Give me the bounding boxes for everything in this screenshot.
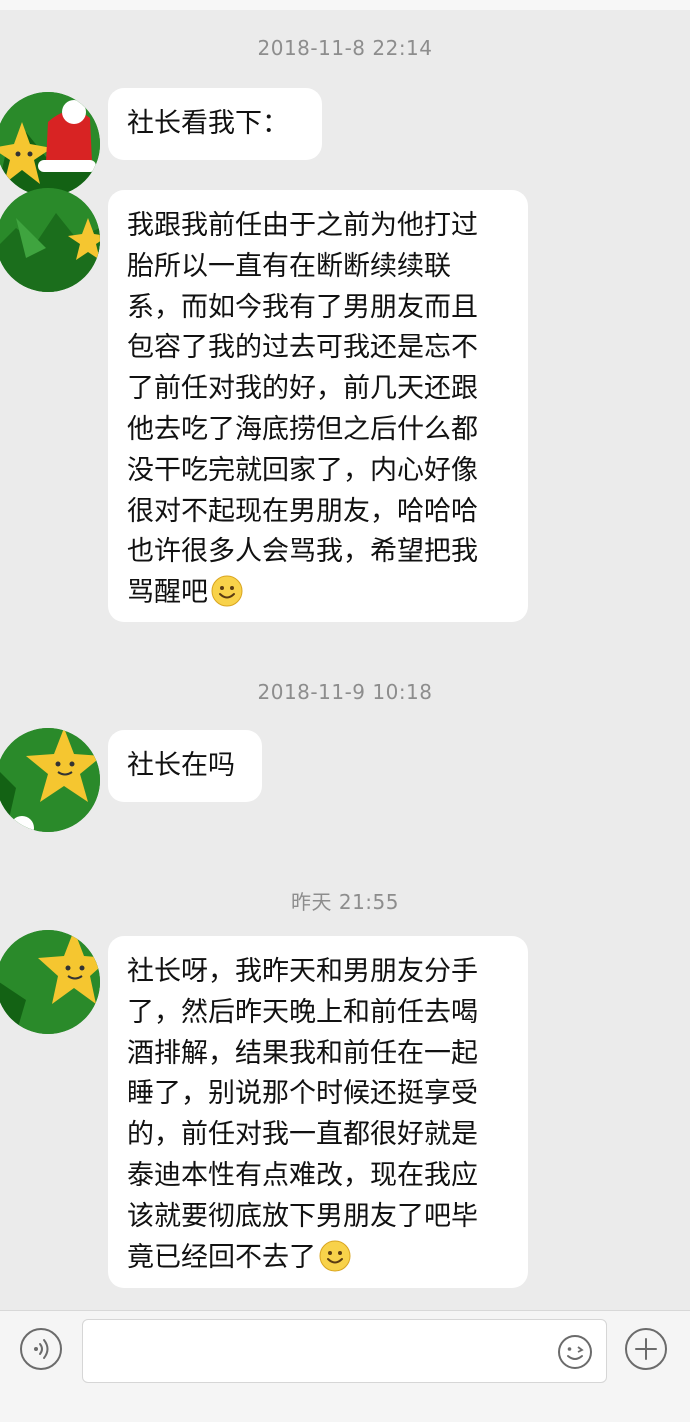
timestamp: 2018-11-9 10:18 xyxy=(257,680,433,704)
message-line: 社长看我下： xyxy=(127,108,289,139)
message-line: 很对不起现在男朋友，哈哈哈 xyxy=(127,495,478,527)
avatar-christmas-star-icon xyxy=(0,92,100,196)
message-line: 了前任对我的好，前几天还跟 xyxy=(127,373,478,405)
emoji-icon xyxy=(558,1335,592,1369)
message-line-last: 竟已经回不去了 xyxy=(127,1238,509,1279)
smile-emoji-icon xyxy=(211,575,243,607)
more-button[interactable] xyxy=(625,1328,667,1370)
message-line: 包容了我的过去可我还是忘不 xyxy=(127,332,478,364)
message-line: 泰迪本性有点难改，现在我应 xyxy=(127,1159,478,1191)
smile-emoji-icon xyxy=(319,1240,351,1272)
message-line: 他去吃了海底捞但之后什么都 xyxy=(127,413,478,445)
voice-icon xyxy=(34,1339,49,1359)
contact-avatar[interactable] xyxy=(0,188,100,292)
avatar-star-icon xyxy=(0,728,100,832)
message-line-text: 骂醒吧 xyxy=(127,577,208,609)
avatar-tree-icon xyxy=(0,188,100,292)
message-bubble[interactable]: 社长看我下： xyxy=(108,88,322,160)
message-line-text: 竟已经回不去了 xyxy=(127,1241,316,1273)
message-line: 睡了，别说那个时候还挺享受 xyxy=(127,1078,478,1110)
input-bar xyxy=(0,1310,690,1422)
message-bubble[interactable]: 我跟我前任由于之前为他打过 胎所以一直有在断断续续联 系，而如今我有了男朋友而且… xyxy=(108,190,528,622)
plus-icon xyxy=(635,1338,657,1360)
chat-history[interactable]: 2018-11-8 22:14 社长看我下： 我跟我前任由于之前为他打过 胎所以… xyxy=(0,0,690,1310)
message-line: 该就要彻底放下男朋友了吧毕 xyxy=(127,1200,478,1232)
message-bubble[interactable]: 社长呀，我昨天和男朋友分手 了，然后昨天晚上和前任去喝 酒排解，结果我和前任在一… xyxy=(108,936,528,1288)
message-line-last: 骂醒吧 xyxy=(127,573,509,614)
message-line: 胎所以一直有在断断续续联 xyxy=(127,250,451,282)
contact-avatar[interactable] xyxy=(0,728,100,832)
voice-button[interactable] xyxy=(20,1328,62,1370)
timestamp: 昨天 21:55 xyxy=(291,890,399,914)
message-line: 的，前任对我一直都很好就是 xyxy=(127,1119,478,1151)
contact-avatar[interactable] xyxy=(0,92,100,196)
timestamp: 2018-11-8 22:14 xyxy=(257,36,433,60)
avatar-star-icon xyxy=(0,930,100,1034)
message-line: 系，而如今我有了男朋友而且 xyxy=(127,291,478,323)
contact-avatar[interactable] xyxy=(0,930,100,1034)
message-line: 社长在吗 xyxy=(127,750,235,781)
message-input[interactable] xyxy=(82,1319,607,1383)
message-line: 也许很多人会骂我，希望把我 xyxy=(127,536,478,568)
message-line: 了，然后昨天晚上和前任去喝 xyxy=(127,996,478,1028)
message-bubble[interactable]: 社长在吗 xyxy=(108,730,262,802)
message-line: 社长呀，我昨天和男朋友分手 xyxy=(127,956,478,987)
message-line: 酒排解，结果我和前任在一起 xyxy=(127,1037,478,1069)
emoji-button[interactable] xyxy=(557,1334,593,1370)
message-line: 没干吃完就回家了，内心好像 xyxy=(127,454,478,486)
message-line: 我跟我前任由于之前为他打过 xyxy=(127,210,478,241)
